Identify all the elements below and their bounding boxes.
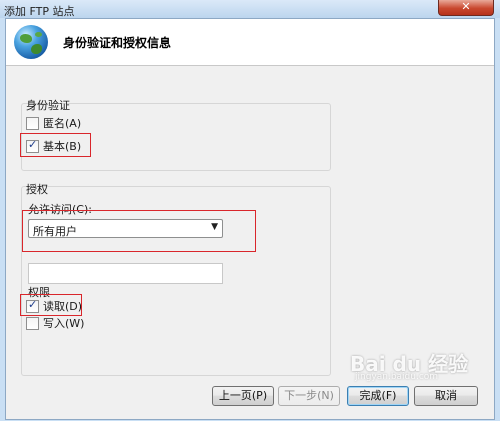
authentication-label: 身份验证 (26, 99, 70, 112)
write-checkbox-row[interactable]: 写入(W) (26, 316, 84, 330)
anonymous-label: 匿名(A) (43, 117, 82, 130)
allow-access-value: 所有用户 (33, 225, 77, 238)
window-title: 添加 FTP 站点 (4, 5, 75, 18)
write-checkbox[interactable] (26, 316, 39, 330)
finish-button[interactable]: 完成(F) (347, 386, 409, 406)
close-button[interactable]: ✕ (438, 0, 494, 16)
cancel-button[interactable]: 取消 (414, 386, 478, 406)
chevron-down-icon: ▼ (211, 222, 218, 232)
anonymous-checkbox[interactable] (26, 116, 39, 130)
allow-access-select[interactable]: 所有用户 ▼ (28, 219, 223, 238)
read-label: 读取(D) (43, 300, 83, 313)
users-textbox[interactable] (28, 263, 223, 284)
read-checkbox-row[interactable]: 读取(D) (26, 298, 83, 313)
next-button[interactable]: 下一步(N) (278, 386, 340, 406)
page-title: 身份验证和授权信息 (63, 36, 172, 50)
read-checkbox[interactable] (26, 298, 39, 313)
authorization-label: 授权 (26, 183, 48, 196)
close-icon: ✕ (461, 0, 471, 13)
basic-label: 基本(B) (43, 140, 82, 153)
anonymous-checkbox-row[interactable]: 匿名(A) (26, 116, 81, 130)
title-bar: 添加 FTP 站点 ✕ (0, 0, 500, 18)
basic-checkbox-row[interactable]: 基本(B) (26, 138, 82, 153)
basic-checkbox[interactable] (26, 138, 39, 153)
previous-button[interactable]: 上一页(P) (212, 386, 274, 406)
baidu-watermark-url: jingyan.baidu.com (355, 372, 439, 382)
write-label: 写入(W) (43, 317, 85, 330)
globe-icon (14, 25, 48, 59)
dialog-header: 身份验证和授权信息 (6, 19, 494, 66)
